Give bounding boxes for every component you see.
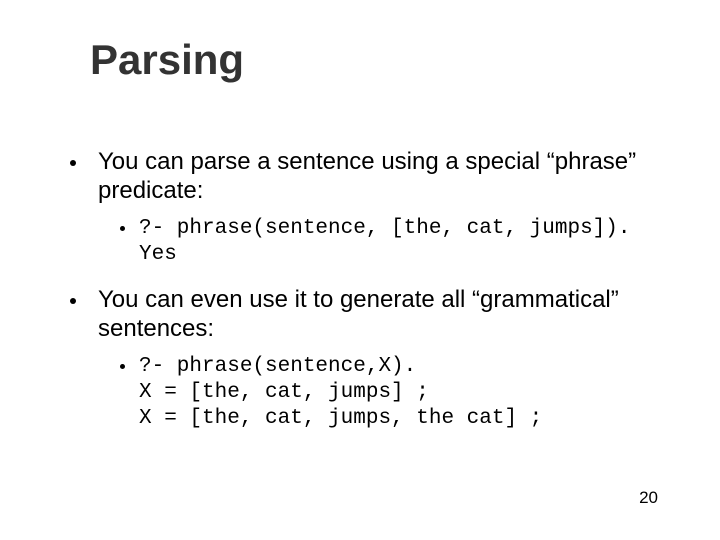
bullet-level2: ?- phrase(sentence, [the, cat, jumps]). … (120, 216, 680, 269)
page-number: 20 (639, 488, 658, 508)
bullet-dot-icon (70, 160, 76, 166)
code-block: ?- phrase(sentence,X). X = [the, cat, ju… (139, 354, 542, 433)
bullet-level1: You can even use it to generate all “gra… (70, 286, 680, 432)
bullet-text: You can even use it to generate all “gra… (98, 286, 680, 344)
bullet-dot-icon (70, 298, 76, 304)
bullet-dot-icon (120, 226, 125, 231)
code-block: ?- phrase(sentence, [the, cat, jumps]). … (139, 216, 630, 269)
bullet-level1: You can parse a sentence using a special… (70, 148, 680, 268)
bullet-text: You can parse a sentence using a special… (98, 148, 680, 206)
slide-title: Parsing (90, 36, 244, 84)
slide: { "title": "Parsing", "bullets": { "b1":… (0, 0, 720, 540)
bullet-level2: ?- phrase(sentence,X). X = [the, cat, ju… (120, 354, 680, 433)
bullet-dot-icon (120, 364, 125, 369)
slide-body: You can parse a sentence using a special… (70, 148, 680, 450)
